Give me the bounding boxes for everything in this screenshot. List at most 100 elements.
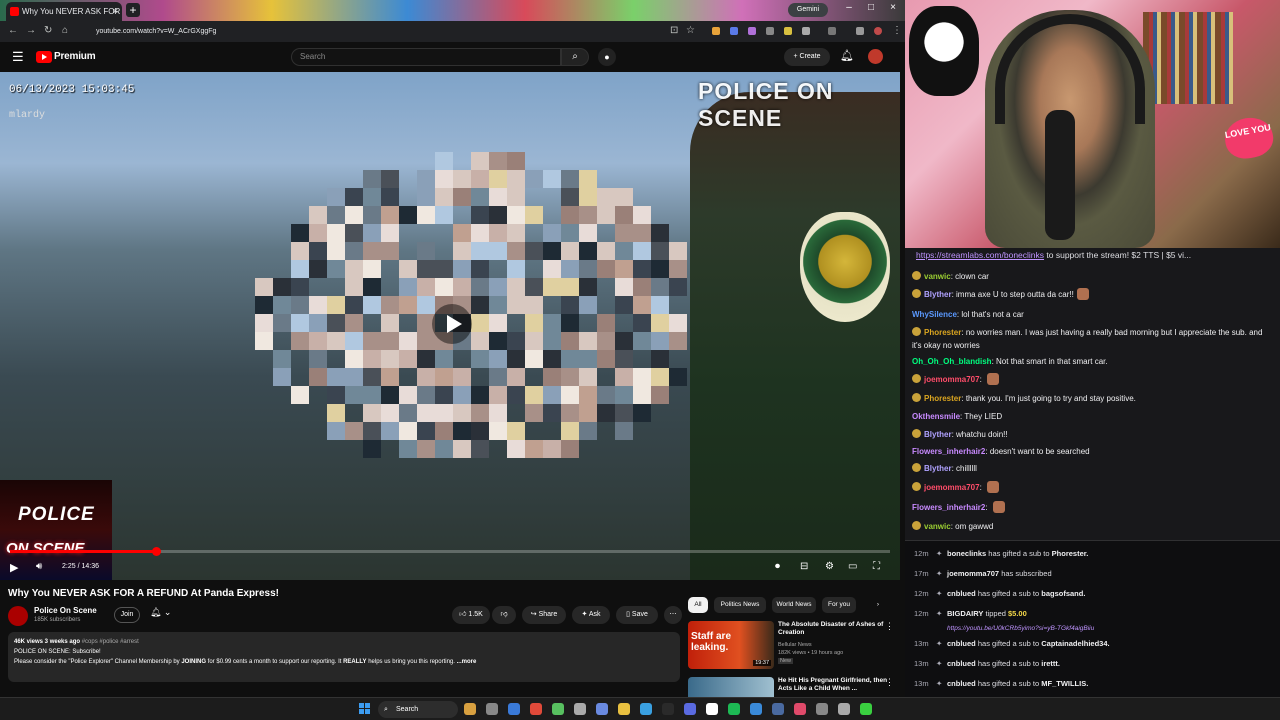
- minimize-icon[interactable]: –: [840, 2, 858, 13]
- extension-icon[interactable]: [856, 27, 864, 35]
- browser-menu-icon[interactable]: ⋮: [892, 25, 902, 36]
- home-icon[interactable]: ⌂: [62, 25, 68, 36]
- play-icon[interactable]: ▶: [10, 561, 18, 574]
- pinned-link[interactable]: https://streamlabs.com/boneclinks: [916, 250, 1044, 260]
- search-button[interactable]: ⌕: [561, 48, 589, 66]
- taskbar-app-icon[interactable]: [618, 703, 630, 715]
- extension-icon[interactable]: [730, 27, 738, 35]
- event-user[interactable]: joemomma707: [947, 569, 999, 578]
- scrub-handle[interactable]: [152, 547, 162, 556]
- event-target[interactable]: Phorester.: [1052, 549, 1089, 558]
- recommendation-item[interactable]: He Hit His Pregnant Girlfriend, then Act…: [688, 677, 898, 697]
- chip-for-you[interactable]: For you: [822, 597, 856, 613]
- bookmark-star-icon[interactable]: ☆: [686, 25, 695, 36]
- event-target[interactable]: irettt.: [1041, 659, 1060, 668]
- chat-username[interactable]: Okthensmile: [912, 412, 960, 421]
- event-user[interactable]: BIGDAIRY: [947, 609, 983, 618]
- taskbar-app-icon[interactable]: [772, 703, 784, 715]
- url-field[interactable]: youtube.com/watch?v=W_ACrGXggFg: [80, 24, 660, 39]
- install-icon[interactable]: ⊡: [670, 25, 678, 36]
- chat-username[interactable]: Blyther: [924, 290, 952, 299]
- new-tab-button[interactable]: +: [126, 3, 140, 17]
- rec-title[interactable]: He Hit His Pregnant Girlfriend, then Act…: [778, 677, 888, 693]
- chat-username[interactable]: vanwic: [924, 522, 951, 531]
- save-button[interactable]: ▯ Save: [616, 606, 658, 624]
- hamburger-menu-icon[interactable]: ☰: [12, 50, 24, 63]
- taskbar-app-icon[interactable]: [816, 703, 828, 715]
- gemini-button[interactable]: Gemini: [788, 3, 828, 17]
- taskbar-app-icon[interactable]: [464, 703, 476, 715]
- taskbar-app-icon[interactable]: [486, 703, 498, 715]
- chat-username[interactable]: Phorester: [924, 328, 961, 337]
- big-play-button[interactable]: [432, 304, 472, 344]
- taskbar-app-icon[interactable]: [728, 703, 740, 715]
- close-tab-icon[interactable]: ×: [113, 2, 118, 21]
- event-target[interactable]: MF_TWILLIS.: [1041, 679, 1088, 688]
- chat-username[interactable]: joemomma707: [924, 375, 980, 384]
- taskbar-app-icon[interactable]: [684, 703, 696, 715]
- chat-username[interactable]: vanwic: [924, 272, 951, 281]
- progress-bar[interactable]: [10, 547, 890, 556]
- chip-all[interactable]: All: [688, 597, 708, 613]
- volume-icon[interactable]: 🔊︎: [36, 561, 42, 572]
- youtube-premium-logo[interactable]: Premium: [54, 51, 96, 62]
- channel-name[interactable]: Police On Scene: [34, 606, 97, 615]
- chat-username[interactable]: Oh_Oh_Oh_blandish: [912, 357, 992, 366]
- taskbar-search[interactable]: ⌕ Search: [378, 701, 458, 718]
- settings-gear-icon[interactable]: ⚙: [825, 561, 834, 572]
- hashtags[interactable]: #cops #police #arrest: [82, 639, 139, 645]
- chat-username[interactable]: WhySilence: [912, 310, 957, 319]
- chat-username[interactable]: Flowers_inherhair2: [912, 447, 985, 456]
- close-window-icon[interactable]: ×: [884, 2, 902, 13]
- maximize-icon[interactable]: □: [862, 2, 880, 13]
- voice-search-mic-icon[interactable]: ●: [598, 48, 616, 66]
- chat-username[interactable]: Blyther: [924, 430, 952, 439]
- taskbar-app-icon[interactable]: [860, 703, 872, 715]
- youtube-logo-icon[interactable]: [36, 51, 52, 63]
- tab-active[interactable]: Why You NEVER ASK FOR A REFUND... ×: [6, 2, 122, 21]
- show-more-link[interactable]: ...more: [457, 659, 477, 665]
- taskbar-app-icon[interactable]: [794, 703, 806, 715]
- rec-title[interactable]: The Absolute Disaster of Ashes of Creati…: [778, 621, 888, 637]
- captions-icon[interactable]: ⊟: [800, 561, 808, 572]
- event-user[interactable]: cnblued: [947, 659, 976, 668]
- search-input[interactable]: Search: [291, 48, 561, 66]
- join-button[interactable]: Join: [114, 607, 140, 623]
- miniplayer-icon[interactable]: ▭: [848, 561, 857, 572]
- event-user[interactable]: boneclinks: [947, 549, 986, 558]
- notifications-bell-icon[interactable]: 🔔︎: [840, 49, 854, 62]
- like-button[interactable]: 👍︎ 1.5K: [452, 606, 490, 624]
- taskbar-app-icon[interactable]: [662, 703, 674, 715]
- chat-username[interactable]: Flowers_inherhair2: [912, 503, 985, 512]
- taskbar-app-icon[interactable]: [574, 703, 586, 715]
- event-user[interactable]: cnblued: [947, 589, 976, 598]
- sidebar-icon[interactable]: [828, 27, 836, 35]
- taskbar-app-icon[interactable]: [706, 703, 718, 715]
- autoplay-toggle-icon[interactable]: ⏺: [775, 561, 780, 572]
- chips-next-arrow-icon[interactable]: ›: [870, 597, 886, 613]
- recommendation-item[interactable]: Staff are leaking. 19:37 The Absolute Di…: [688, 621, 898, 677]
- taskbar-app-icon[interactable]: [508, 703, 520, 715]
- taskbar-app-icon[interactable]: [596, 703, 608, 715]
- extension-icon[interactable]: [748, 27, 756, 35]
- chat-username[interactable]: joemomma707: [924, 483, 980, 492]
- fullscreen-icon[interactable]: ⛶: [873, 561, 880, 572]
- account-avatar[interactable]: [868, 49, 883, 64]
- profile-avatar-icon[interactable]: [874, 27, 882, 35]
- taskbar-app-icon[interactable]: [552, 703, 564, 715]
- back-icon[interactable]: ←: [8, 25, 18, 36]
- chip-politics-news[interactable]: Politics News: [714, 597, 766, 613]
- video-player[interactable]: 06/13/2023 15:03:45 mlardy POLICE ON SCE…: [0, 72, 900, 580]
- rec-thumbnail[interactable]: [688, 677, 774, 697]
- channel-avatar[interactable]: [8, 606, 28, 626]
- extension-icon[interactable]: [766, 27, 774, 35]
- rec-channel[interactable]: Bellular News: [778, 641, 888, 649]
- ask-button[interactable]: ✦ Ask: [572, 606, 610, 624]
- rec-more-icon[interactable]: ⋮: [885, 677, 894, 688]
- taskbar-app-icon[interactable]: [530, 703, 542, 715]
- event-user[interactable]: cnblued: [947, 639, 976, 648]
- event-user[interactable]: cnblued: [947, 679, 976, 688]
- taskbar-app-icon[interactable]: [750, 703, 762, 715]
- event-link[interactable]: https://youtu.be/U0kCRb5yimo?si=yB-TGkf4…: [947, 625, 1094, 632]
- chat-username[interactable]: Blyther: [924, 464, 952, 473]
